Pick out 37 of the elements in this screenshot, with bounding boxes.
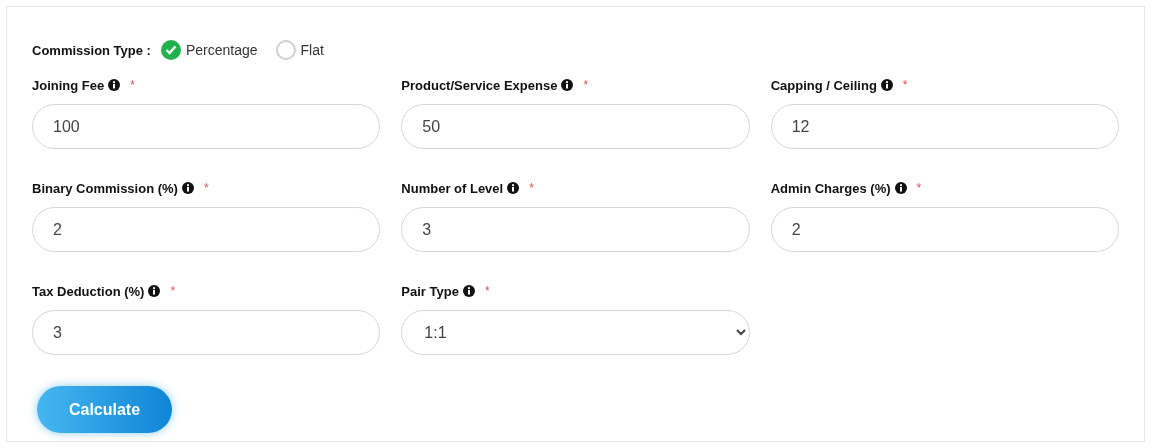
required-mark: *: [203, 181, 209, 195]
required-mark: *: [583, 78, 589, 92]
input-field[interactable]: 12: [770, 104, 1119, 149]
input-field[interactable]: 50: [401, 104, 750, 149]
radio-option[interactable]: Flat: [275, 40, 324, 60]
field-label: Binary Commission (%): [32, 180, 178, 196]
field-label: Number of Level: [401, 180, 504, 196]
radio-checked-icon[interactable]: [160, 40, 181, 60]
info-icon: [894, 182, 907, 194]
required-mark: *: [170, 284, 176, 298]
info-icon: [561, 79, 574, 91]
input-field[interactable]: 2: [770, 207, 1119, 252]
info-icon: [181, 182, 194, 194]
field-label: Pair Type: [401, 283, 459, 299]
field-label: Admin Charges (%): [770, 180, 891, 196]
field-label: Commission Type :: [32, 42, 151, 58]
field-label: Capping / Ceiling: [770, 77, 877, 93]
radio-icon[interactable]: [275, 40, 296, 60]
radio-option[interactable]: Percentage: [160, 40, 258, 60]
input-field[interactable]: 3: [401, 207, 750, 252]
select-field[interactable]: 1:1: [401, 310, 750, 355]
field-label: Product/Service Expense: [401, 77, 558, 93]
input-field[interactable]: 2: [32, 207, 381, 252]
required-mark: *: [130, 78, 135, 92]
info-icon: [880, 79, 893, 91]
required-mark: *: [902, 78, 908, 92]
input-field[interactable]: 3: [32, 310, 381, 355]
info-icon: [148, 285, 161, 297]
input-field[interactable]: 100: [32, 104, 381, 149]
field-label: Joining Fee: [32, 77, 105, 93]
info-icon: [462, 285, 475, 297]
required-mark: *: [916, 181, 922, 195]
required-mark: *: [529, 181, 534, 195]
field-label: Tax Deduction (%): [32, 283, 145, 299]
info-icon: [108, 79, 121, 91]
info-icon: [507, 182, 520, 194]
required-mark: *: [484, 284, 490, 298]
